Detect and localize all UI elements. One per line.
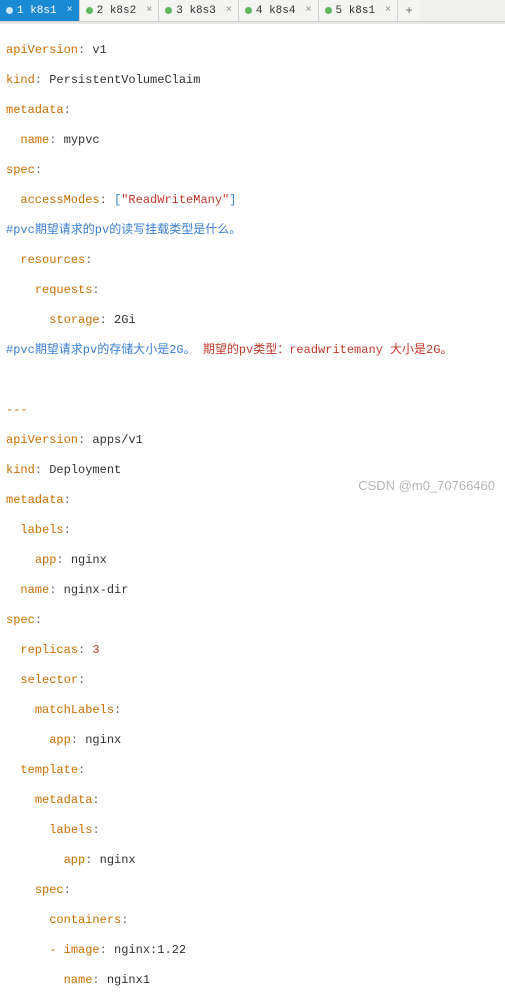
yaml-key: kind	[6, 463, 35, 477]
yaml-key: metadata	[6, 493, 64, 507]
yaml-value: nginx:1.22	[114, 943, 186, 957]
yaml-key: resources	[20, 253, 85, 267]
yaml-value: 3	[92, 643, 99, 657]
yaml-value: apps/v1	[92, 433, 142, 447]
yaml-key: spec	[6, 163, 35, 177]
tab-label: 4 k8s4	[256, 5, 296, 17]
tab-5[interactable]: 5 k8s1 ×	[319, 0, 399, 21]
yaml-key: accessModes	[20, 193, 99, 207]
yaml-key: kind	[6, 73, 35, 87]
yaml-key: storage	[49, 313, 99, 327]
code-editor[interactable]: apiVersion: v1 kind: PersistentVolumeCla…	[0, 24, 505, 1002]
yaml-key: app	[64, 853, 86, 867]
yaml-key: image	[64, 943, 100, 957]
tab-label: 1 k8s1	[17, 5, 57, 17]
yaml-value: PersistentVolumeClaim	[49, 73, 200, 87]
new-tab-button[interactable]: +	[398, 0, 420, 21]
dot-icon	[165, 7, 172, 14]
yaml-key: spec	[6, 613, 35, 627]
yaml-separator: ---	[6, 403, 28, 417]
close-icon[interactable]: ×	[226, 5, 232, 16]
yaml-key: selector	[20, 673, 78, 687]
dot-icon	[86, 7, 93, 14]
tab-label: 3 k8s3	[176, 5, 216, 17]
close-icon[interactable]: ×	[67, 5, 73, 16]
dot-icon	[6, 7, 13, 14]
yaml-key: template	[20, 763, 78, 777]
yaml-key: metadata	[6, 103, 64, 117]
yaml-value: "ReadWriteMany"	[121, 193, 229, 207]
tab-label: 5 k8s1	[336, 5, 376, 17]
yaml-key: name	[20, 133, 49, 147]
yaml-key: requests	[35, 283, 93, 297]
tab-label: 2 k8s2	[97, 5, 137, 17]
yaml-comment: 期望的pv类型：readwritemany 大小是2G。	[203, 343, 453, 357]
yaml-key: labels	[20, 523, 63, 537]
yaml-comment: #pvc期望请求pv的存储大小是2G。	[6, 343, 196, 357]
yaml-key: replicas	[20, 643, 78, 657]
yaml-value: nginx	[100, 853, 136, 867]
tab-1[interactable]: 1 k8s1 ×	[0, 0, 80, 21]
yaml-value: nginx	[71, 553, 107, 567]
yaml-value: 2Gi	[114, 313, 136, 327]
yaml-key: labels	[49, 823, 92, 837]
yaml-value: nginx-dir	[64, 583, 129, 597]
yaml-key: app	[49, 733, 71, 747]
yaml-key: apiVersion	[6, 433, 78, 447]
yaml-value: v1	[92, 43, 106, 57]
dot-icon	[325, 7, 332, 14]
yaml-key: name	[20, 583, 49, 597]
close-icon[interactable]: ×	[305, 5, 311, 16]
yaml-value: Deployment	[49, 463, 121, 477]
watermark: CSDN @m0_70766460	[358, 478, 495, 493]
yaml-key: matchLabels	[35, 703, 114, 717]
yaml-value: mypvc	[64, 133, 100, 147]
yaml-key: apiVersion	[6, 43, 78, 57]
close-icon[interactable]: ×	[385, 5, 391, 16]
yaml-value: nginx1	[107, 973, 150, 987]
yaml-value: nginx	[85, 733, 121, 747]
tab-4[interactable]: 4 k8s4 ×	[239, 0, 319, 21]
yaml-key: metadata	[35, 793, 93, 807]
yaml-key: spec	[35, 883, 64, 897]
close-icon[interactable]: ×	[146, 5, 152, 16]
yaml-comment: #pvc期望请求的pv的读写挂载类型是什么。	[6, 223, 241, 237]
tab-2[interactable]: 2 k8s2 ×	[80, 0, 160, 21]
dot-icon	[245, 7, 252, 14]
tab-3[interactable]: 3 k8s3 ×	[159, 0, 239, 21]
yaml-key: containers	[49, 913, 121, 927]
yaml-key: app	[35, 553, 57, 567]
tab-bar: 1 k8s1× 2 k8s2× 3 k8s3× 4 k8s4× 5 k8s1× …	[0, 0, 505, 22]
yaml-key: name	[64, 973, 93, 987]
